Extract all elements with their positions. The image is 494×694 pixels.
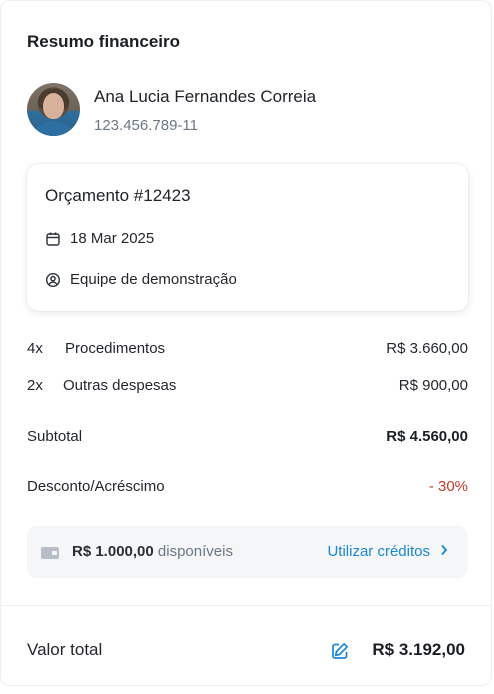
subtotal-value: R$ 4.560,00 [386,428,468,445]
total-value: R$ 3.192,00 [372,640,465,659]
use-credits-label: Utilizar créditos [327,543,430,560]
line-item-amount: R$ 900,00 [398,377,468,394]
credits-suffix: disponíveis [157,543,233,560]
quote-title: Orçamento #12423 [45,186,191,205]
chevron-right-icon [440,543,448,560]
quote-card: Orçamento #12423 18 Mar 2025 Equipe de d… [27,164,468,311]
credits-available: R$ 1.000,00 disponíveis [72,543,233,560]
edit-icon[interactable] [330,641,350,661]
line-item-amount: R$ 3.660,00 [386,340,468,357]
wallet-icon [41,546,59,564]
line-item-qty: 2x [27,377,43,394]
credits-amount: R$ 1.000,00 [72,543,154,560]
quote-date: 18 Mar 2025 [70,230,155,247]
total-label: Valor total [27,640,103,659]
line-item-description: Outras despesas [63,377,177,394]
discount-label: Desconto/Acréscimo [27,478,165,495]
credits-box: R$ 1.000,00 disponíveis Utilizar crédito… [27,526,468,578]
quote-team: Equipe de demonstração [70,271,237,288]
use-credits-button[interactable]: Utilizar créditos [327,543,448,560]
line-item-qty: 4x [27,340,43,357]
user-circle-icon [45,272,61,288]
financial-summary-panel: Resumo financeiro Ana Lucia Fernandes Co… [0,0,492,686]
calendar-icon [45,231,61,247]
discount-value: - 30% [428,478,468,495]
divider [1,605,491,606]
subtotal-label: Subtotal [27,428,83,445]
panel-title: Resumo financeiro [27,32,181,51]
avatar [27,83,80,136]
client-document: 123.456.789-11 [94,117,198,134]
quote-team-row: Equipe de demonstração [45,271,237,288]
line-item-description: Procedimentos [65,340,166,357]
quote-date-row: 18 Mar 2025 [45,230,154,247]
client-name: Ana Lucia Fernandes Correia [94,87,317,106]
